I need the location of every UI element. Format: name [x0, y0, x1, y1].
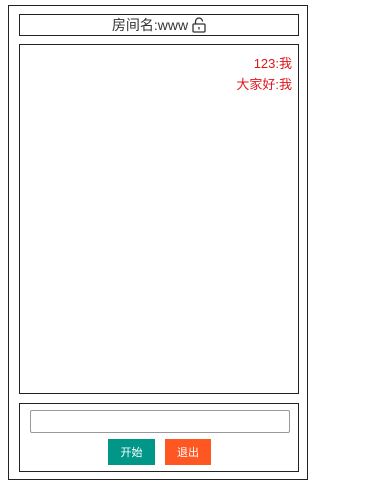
input-panel: 开始 退出	[19, 403, 299, 472]
unlock-icon	[192, 17, 206, 33]
message-item: 大家好:我	[236, 77, 292, 92]
message-item: 123:我	[253, 56, 292, 71]
message-input[interactable]	[30, 410, 290, 433]
room-name-header: 房间名:www	[19, 14, 299, 36]
exit-button[interactable]: 退出	[165, 439, 211, 465]
start-button[interactable]: 开始	[108, 439, 155, 465]
chat-room-window: 房间名:www 123:我 大家好:我 开始 退出	[8, 5, 308, 480]
message-list: 123:我 大家好:我	[19, 44, 299, 394]
room-name-label: 房间名:www	[111, 17, 189, 33]
